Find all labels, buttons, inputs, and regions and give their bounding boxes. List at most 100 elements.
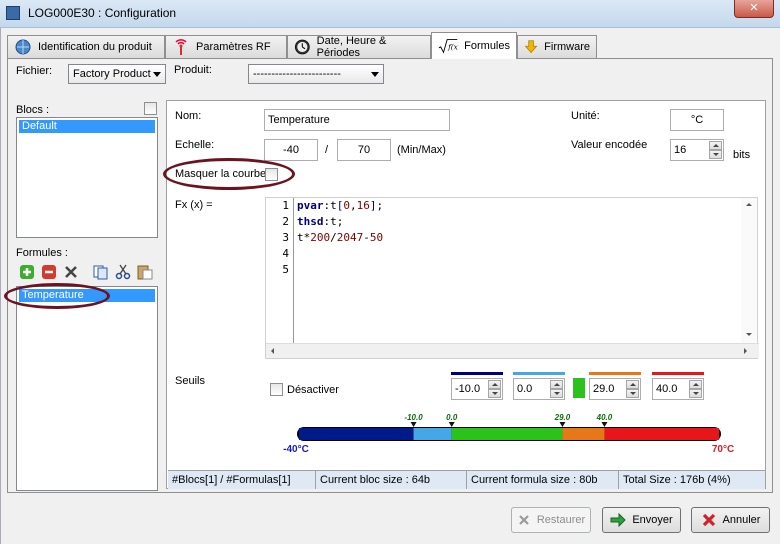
seuil-4-value: 40.0 bbox=[656, 383, 678, 395]
fichier-label: Fichier: bbox=[16, 65, 53, 77]
annuler-label: Annuler bbox=[722, 514, 761, 526]
blocs-checkbox[interactable] bbox=[144, 102, 157, 115]
threshold-marker-label: 40.0 bbox=[596, 413, 613, 422]
code-line: thsd:t; bbox=[297, 215, 344, 228]
tab-label: Identification du produit bbox=[38, 41, 152, 53]
code-lines[interactable]: pvar:t[0,16]; thsd:t; t*200/2047-50 bbox=[297, 198, 383, 278]
threshold-marker-label: 29.0 bbox=[554, 413, 571, 422]
seuil-2-value: 0.0 bbox=[517, 383, 533, 395]
paste-icon bbox=[137, 265, 153, 280]
threshold-segment bbox=[413, 428, 452, 440]
copy-button[interactable] bbox=[91, 262, 111, 282]
vertical-scrollbar[interactable] bbox=[741, 198, 757, 343]
code-line: pvar:t[0,16]; bbox=[297, 199, 384, 212]
envoyer-button[interactable]: Envoyer bbox=[602, 507, 681, 533]
threshold-segment bbox=[604, 428, 719, 440]
unite-input[interactable]: °C bbox=[670, 109, 724, 131]
close-button[interactable]: ✕ bbox=[734, 0, 774, 18]
desactiver-checkbox[interactable] bbox=[270, 383, 283, 396]
scale-max-label: 70°C bbox=[712, 444, 734, 455]
bits-label: bits bbox=[733, 149, 751, 161]
threshold-marker-label: -10.0 bbox=[404, 413, 423, 422]
masquer-courbe-checkbox[interactable] bbox=[265, 168, 278, 181]
code-line: t*200/2047-50 bbox=[297, 231, 384, 244]
line-number: 4 bbox=[282, 247, 289, 260]
seuil-3-value: 29.0 bbox=[593, 383, 615, 395]
masquer-courbe-label: Masquer la courbe bbox=[175, 168, 267, 180]
scale-min-label: -40°C bbox=[283, 444, 309, 455]
echelle-max-input[interactable]: 70 bbox=[337, 139, 391, 161]
list-item[interactable]: Default bbox=[19, 120, 155, 133]
restaurer-label: Restaurer bbox=[536, 514, 586, 526]
threshold-scale: -10.0 0.0 29.0 40.0 -40°C 70°C bbox=[283, 413, 734, 455]
valeur-encodee-value: 16 bbox=[674, 144, 687, 156]
seuil-color-line bbox=[589, 372, 641, 375]
spin-up-icon[interactable] bbox=[626, 380, 639, 389]
seuil-color-line bbox=[513, 372, 565, 375]
spin-up-icon[interactable] bbox=[689, 380, 702, 389]
status-bar: #Blocs[1] / #Formulas[1] Current bloc si… bbox=[168, 470, 765, 489]
valeur-encodee-spinner[interactable]: 16 bbox=[670, 139, 724, 161]
echelle-min-input[interactable]: -40 bbox=[264, 139, 318, 161]
nom-input[interactable]: Temperature bbox=[264, 109, 450, 131]
restaurer-button[interactable]: Restaurer bbox=[511, 507, 591, 533]
sqrt-formula-icon: f(x) bbox=[438, 39, 458, 54]
threshold-segment bbox=[299, 428, 414, 440]
valeur-encodee-label: Valeur encodée bbox=[571, 139, 648, 151]
tab-identification[interactable]: Identification du produit bbox=[7, 35, 165, 58]
status-total-size: Total Size : 176b (4%) bbox=[623, 474, 731, 486]
line-number: 3 bbox=[282, 231, 289, 244]
annuler-button[interactable]: Annuler bbox=[691, 507, 770, 533]
formula-code-editor[interactable]: 1 2 3 4 5 pvar:t[0,16]; thsd:t; t*200/20… bbox=[265, 197, 759, 359]
spin-down-icon[interactable] bbox=[709, 150, 722, 159]
spin-up-icon[interactable] bbox=[709, 141, 722, 150]
echelle-hint: (Min/Max) bbox=[397, 144, 446, 156]
produit-value: ------------------------ bbox=[253, 68, 341, 80]
seuil-1-value: -10.0 bbox=[455, 383, 481, 395]
spin-up-icon[interactable] bbox=[550, 380, 563, 389]
paste-button[interactable] bbox=[135, 262, 155, 282]
threshold-marker bbox=[601, 422, 608, 427]
clock-icon bbox=[294, 39, 310, 55]
globe-icon bbox=[15, 39, 31, 55]
svg-text:f(x): f(x) bbox=[447, 43, 458, 52]
formules-panel: Fichier: Factory Product Produit: ------… bbox=[4, 58, 773, 493]
window-title: LOG000E30 : Configuration bbox=[28, 6, 177, 20]
nom-label: Nom: bbox=[175, 110, 202, 122]
list-item[interactable]: Temperature bbox=[19, 289, 155, 302]
add-button[interactable] bbox=[17, 262, 37, 282]
line-number-gutter: 1 2 3 4 5 bbox=[266, 198, 294, 343]
blocs-list[interactable]: Default bbox=[16, 117, 158, 238]
cut-button[interactable] bbox=[113, 262, 133, 282]
tab-firmware[interactable]: Firmware bbox=[517, 35, 597, 58]
x-icon bbox=[65, 266, 77, 278]
horizontal-scrollbar[interactable] bbox=[266, 343, 759, 358]
tab-label: Paramètres RF bbox=[196, 41, 271, 53]
scroll-arrows-icon bbox=[746, 203, 752, 336]
spin-up-icon[interactable] bbox=[488, 380, 501, 389]
tab-parametres-rf[interactable]: Paramètres RF bbox=[165, 35, 287, 58]
threshold-segment bbox=[451, 428, 563, 440]
plus-icon bbox=[20, 265, 34, 279]
line-number: 2 bbox=[282, 215, 289, 228]
envoyer-label: Envoyer bbox=[632, 514, 673, 526]
produit-label: Produit: bbox=[174, 64, 212, 76]
formules-list[interactable]: Temperature bbox=[16, 286, 158, 491]
window-body: Identification du produit Paramètres RF … bbox=[0, 28, 780, 544]
blocs-label: Blocs : bbox=[16, 104, 50, 116]
produit-select[interactable]: ------------------------ bbox=[248, 64, 384, 84]
seuils-label: Seuils bbox=[175, 375, 205, 387]
tab-date-heure[interactable]: Date, Heure & Périodes bbox=[287, 35, 431, 59]
title-bar: LOG000E30 : Configuration ✕ bbox=[0, 0, 780, 28]
formules-label: Formules : bbox=[16, 247, 68, 259]
tab-formules[interactable]: f(x) Formules bbox=[431, 32, 517, 59]
remove-button[interactable] bbox=[39, 262, 59, 282]
status-formula-size: Current formula size : 80b bbox=[467, 471, 619, 489]
delete-button[interactable] bbox=[61, 262, 81, 282]
arrow-right-icon bbox=[610, 513, 627, 527]
line-number: 1 bbox=[282, 199, 289, 212]
antenna-icon bbox=[175, 39, 187, 55]
fichier-select[interactable]: Factory Product bbox=[68, 64, 166, 84]
threshold-marker bbox=[559, 422, 566, 427]
